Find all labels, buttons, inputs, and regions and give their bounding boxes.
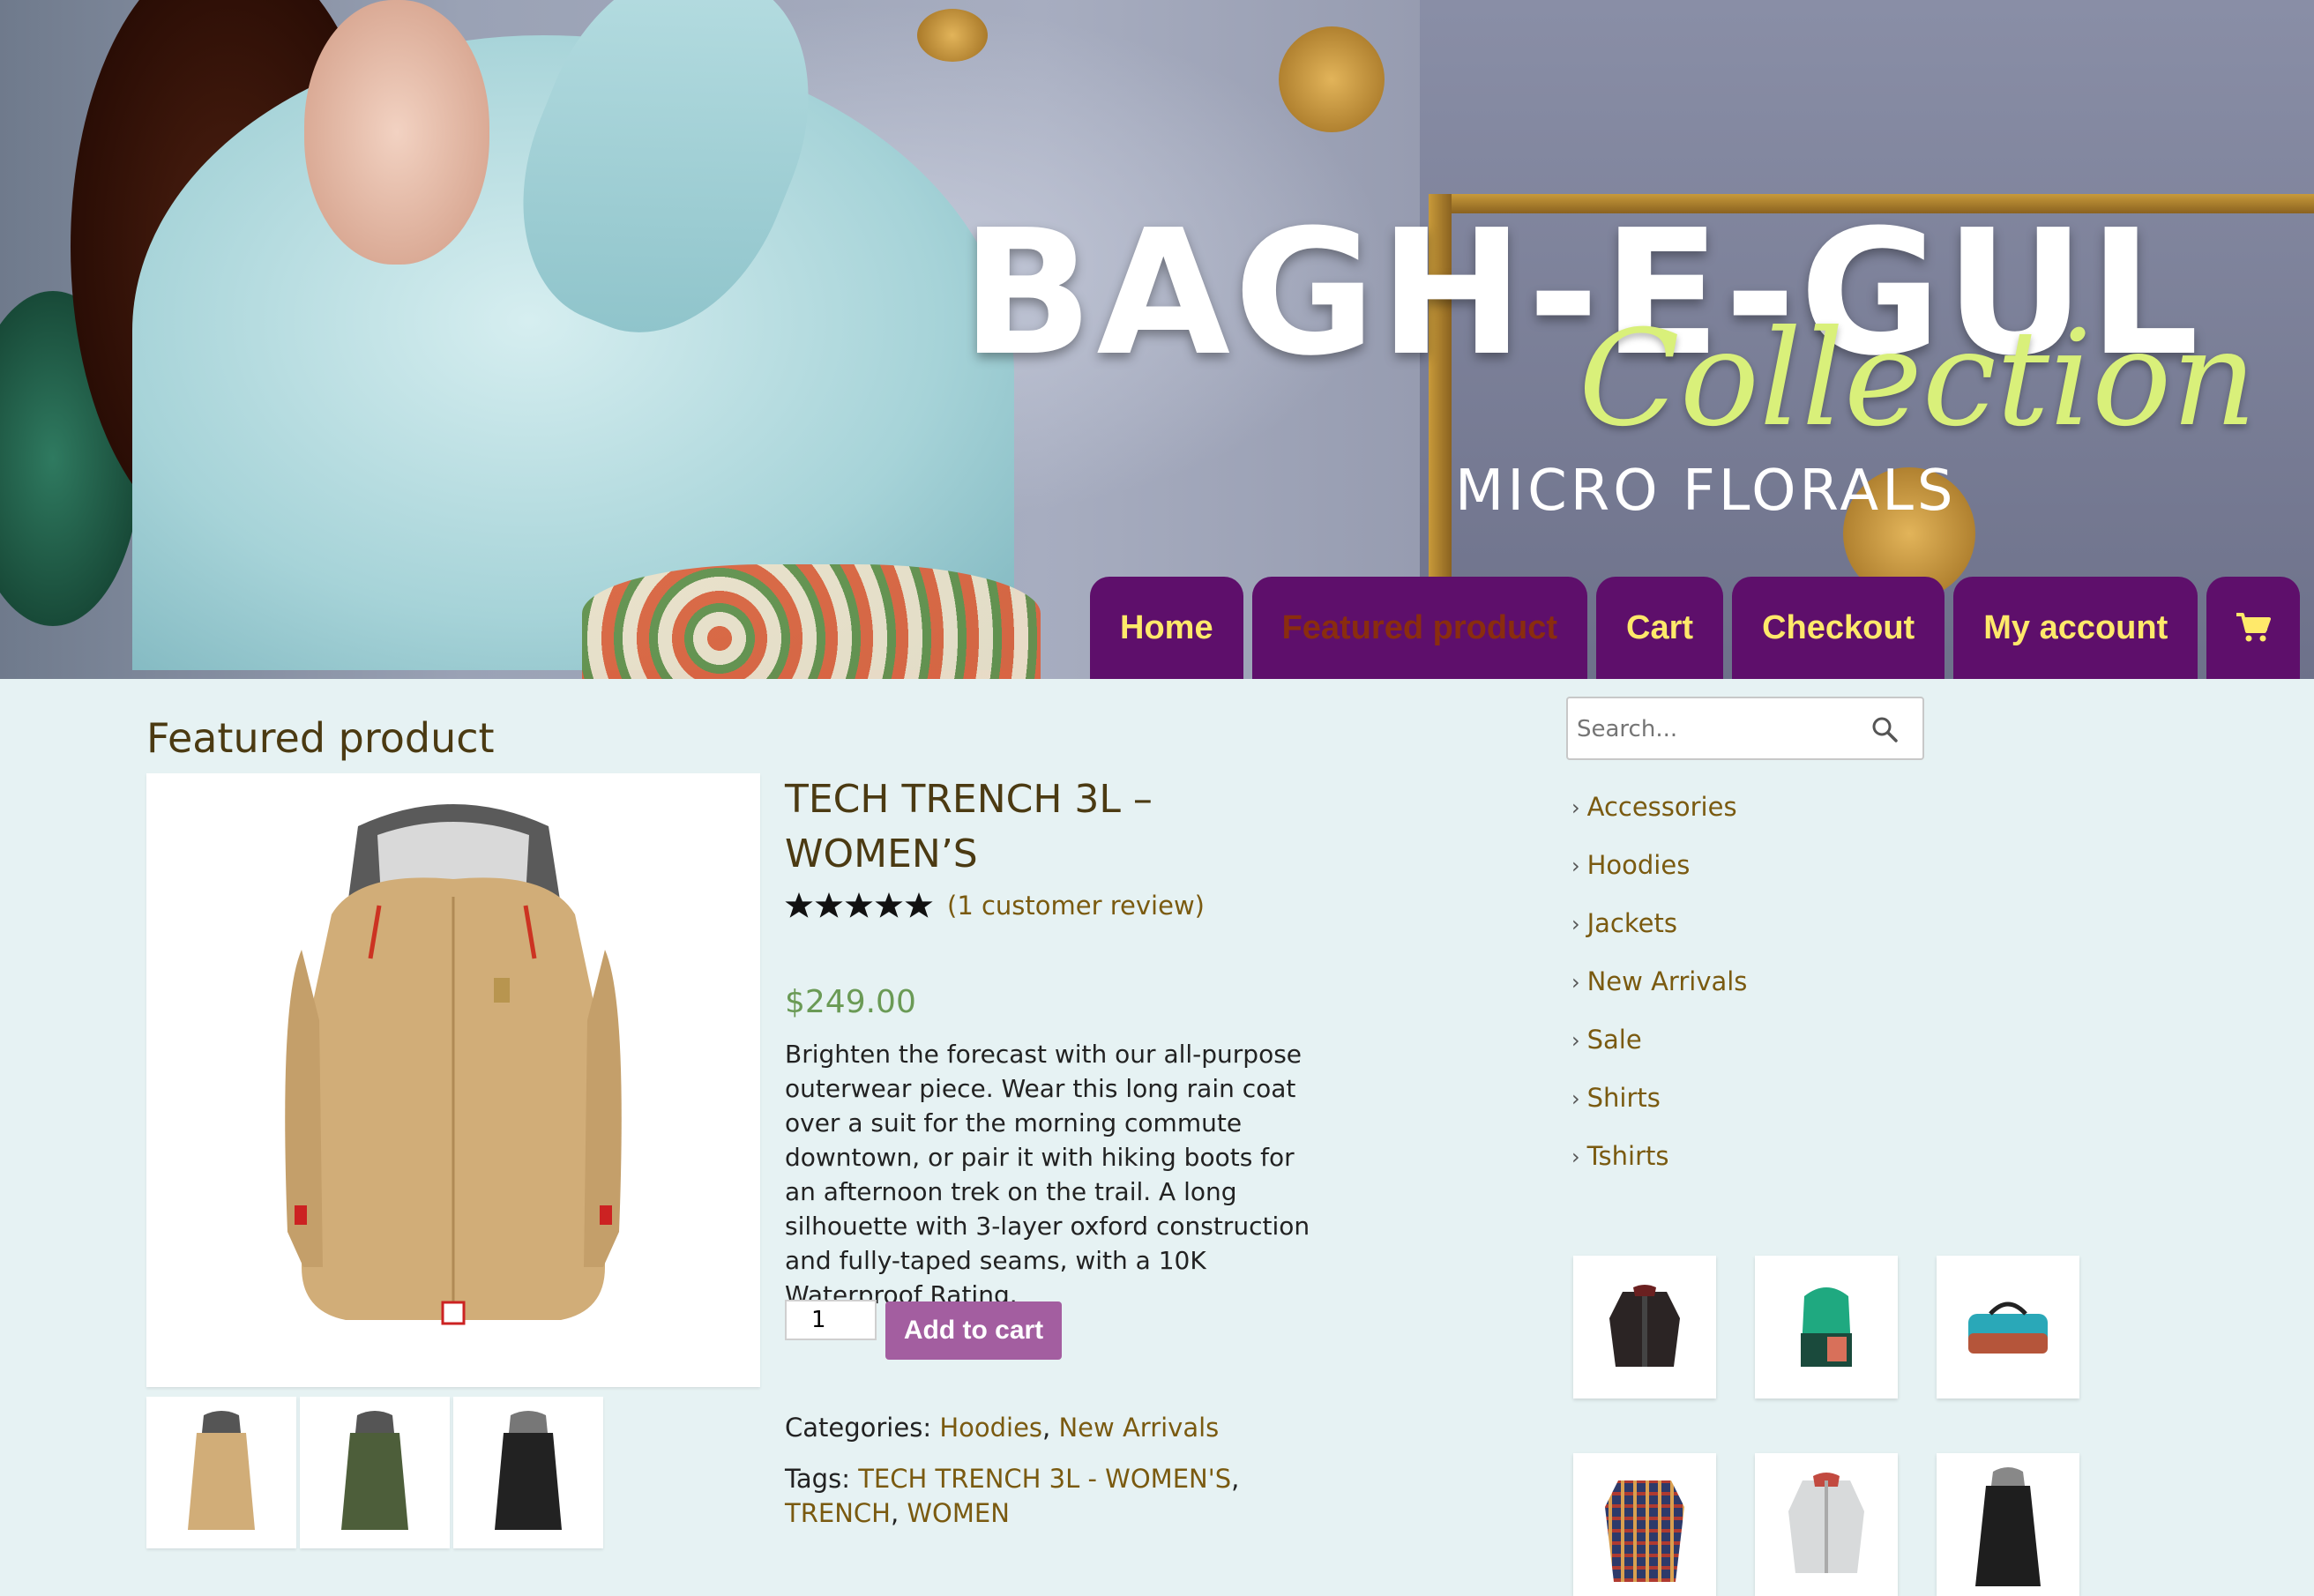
chevron-right-icon: ›: [1571, 854, 1580, 878]
sidebar-product-gallery: [1573, 1256, 2079, 1596]
sidebar-category-shirts[interactable]: › Shirts: [1571, 1083, 1747, 1141]
nav-home[interactable]: Home: [1090, 577, 1243, 679]
quantity-input[interactable]: [785, 1300, 877, 1340]
brand-script-text: Collection: [1579, 302, 2257, 456]
sidebar-category-accessories[interactable]: › Accessories: [1571, 792, 1747, 850]
tan-coat-thumbnail-image: [188, 1411, 255, 1530]
black-coat-thumbnail-image: [495, 1411, 562, 1530]
sidebar-category-sale[interactable]: › Sale: [1571, 1025, 1747, 1083]
product-rating: (1 customer review): [785, 891, 1205, 921]
product-categories: Categories: Hoodies, New Arrivals: [785, 1413, 1220, 1443]
black-jacket-image: [1609, 1285, 1680, 1367]
hero-model-face: [304, 0, 489, 265]
product-main-image[interactable]: [146, 773, 760, 1387]
black-coat-image: [1975, 1467, 2041, 1586]
thumbnail-black-coat[interactable]: [453, 1397, 603, 1548]
tan-trench-coat-image: [285, 804, 622, 1325]
nav-cart-icon-button[interactable]: [2206, 577, 2301, 679]
nav-my-account[interactable]: My account: [1953, 577, 2198, 679]
chevron-right-icon: ›: [1571, 1086, 1580, 1111]
gallery-item-plaid-shirt[interactable]: [1573, 1453, 1716, 1596]
product-description: Brighten the forecast with our all-purpo…: [785, 1040, 1310, 1309]
product-thumbnails: [146, 1397, 603, 1548]
gallery-item-black-coat[interactable]: [1937, 1453, 2079, 1596]
categories-label: Categories:: [785, 1413, 932, 1443]
thumbnail-tan-coat[interactable]: [146, 1397, 296, 1548]
product-title: TECH TRENCH 3L – WOMEN’S: [785, 777, 1153, 876]
chevron-right-icon: ›: [1571, 1145, 1580, 1169]
gallery-item-black-jacket[interactable]: [1573, 1256, 1716, 1398]
add-to-cart-button[interactable]: Add to cart: [885, 1301, 1062, 1360]
gallery-item-silver-jacket[interactable]: [1755, 1453, 1898, 1596]
nav-cart[interactable]: Cart: [1596, 577, 1724, 679]
star-icon: [785, 892, 813, 918]
star-icon: [845, 892, 873, 918]
star-rating: [785, 892, 933, 919]
shopping-cart-icon: [2236, 613, 2272, 642]
search-box: [1566, 697, 1924, 760]
star-icon: [875, 892, 903, 918]
search-input[interactable]: [1575, 707, 1861, 751]
tag-link-tech-trench[interactable]: TECH TRENCH 3L - WOMEN'S: [858, 1464, 1231, 1494]
nav-featured-product[interactable]: Featured product: [1251, 577, 1588, 679]
product-tags: Tags: TECH TRENCH 3L - WOMEN'S, TRENCH, …: [785, 1464, 1240, 1528]
hero-ornament: [1279, 26, 1385, 132]
thumbnail-green-coat[interactable]: [300, 1397, 450, 1548]
hero-ornament: [917, 9, 988, 62]
star-icon: [815, 892, 843, 918]
sidebar-category-jackets[interactable]: › Jackets: [1571, 908, 1747, 966]
green-backpack-image: [1801, 1287, 1852, 1367]
category-link-hoodies[interactable]: Hoodies: [939, 1413, 1042, 1443]
teal-duffel-image: [1968, 1301, 2048, 1354]
nav-checkout[interactable]: Checkout: [1732, 577, 1945, 679]
product-price: $249.00: [785, 984, 916, 1020]
chevron-right-icon: ›: [1571, 912, 1580, 936]
plaid-shirt-image: [1605, 1480, 1684, 1582]
customer-review-link[interactable]: (1 customer review): [947, 891, 1205, 921]
product-categories-list: › Accessories › Hoodies › Jackets › New Arri…: [1571, 792, 1747, 1199]
tag-link-women[interactable]: WOMEN: [907, 1498, 1010, 1528]
chevron-right-icon: ›: [1571, 970, 1580, 995]
silver-jacket-image: [1788, 1473, 1864, 1573]
chevron-right-icon: ›: [1571, 795, 1580, 820]
tag-link-trench[interactable]: TRENCH: [785, 1498, 891, 1528]
sidebar-category-tshirts[interactable]: › Tshirts: [1571, 1141, 1747, 1199]
hero-floral-fabric: [582, 564, 1041, 679]
main-nav: Home Featured product Cart Checkout My a…: [1090, 577, 2301, 679]
sidebar-category-new-arrivals[interactable]: › New Arrivals: [1571, 966, 1747, 1025]
brand-sub-text: MICRO FLORALS: [1455, 459, 1957, 524]
green-coat-thumbnail-image: [341, 1411, 408, 1530]
gallery-item-teal-duffel[interactable]: [1937, 1256, 2079, 1398]
chevron-right-icon: ›: [1571, 1028, 1580, 1053]
star-icon: [905, 892, 933, 918]
category-link-new-arrivals[interactable]: New Arrivals: [1058, 1413, 1219, 1443]
page-title: Featured product: [146, 714, 495, 762]
brand-logo: BAGH-E-GUL Collection MICRO FLORALS: [961, 207, 2257, 519]
sidebar-category-hoodies[interactable]: › Hoodies: [1571, 850, 1747, 908]
gallery-item-green-backpack[interactable]: [1755, 1256, 1898, 1398]
search-icon[interactable]: [1871, 716, 1898, 742]
tags-label: Tags:: [785, 1464, 850, 1494]
hero-banner: BAGH-E-GUL Collection MICRO FLORALS Home…: [0, 0, 2314, 679]
